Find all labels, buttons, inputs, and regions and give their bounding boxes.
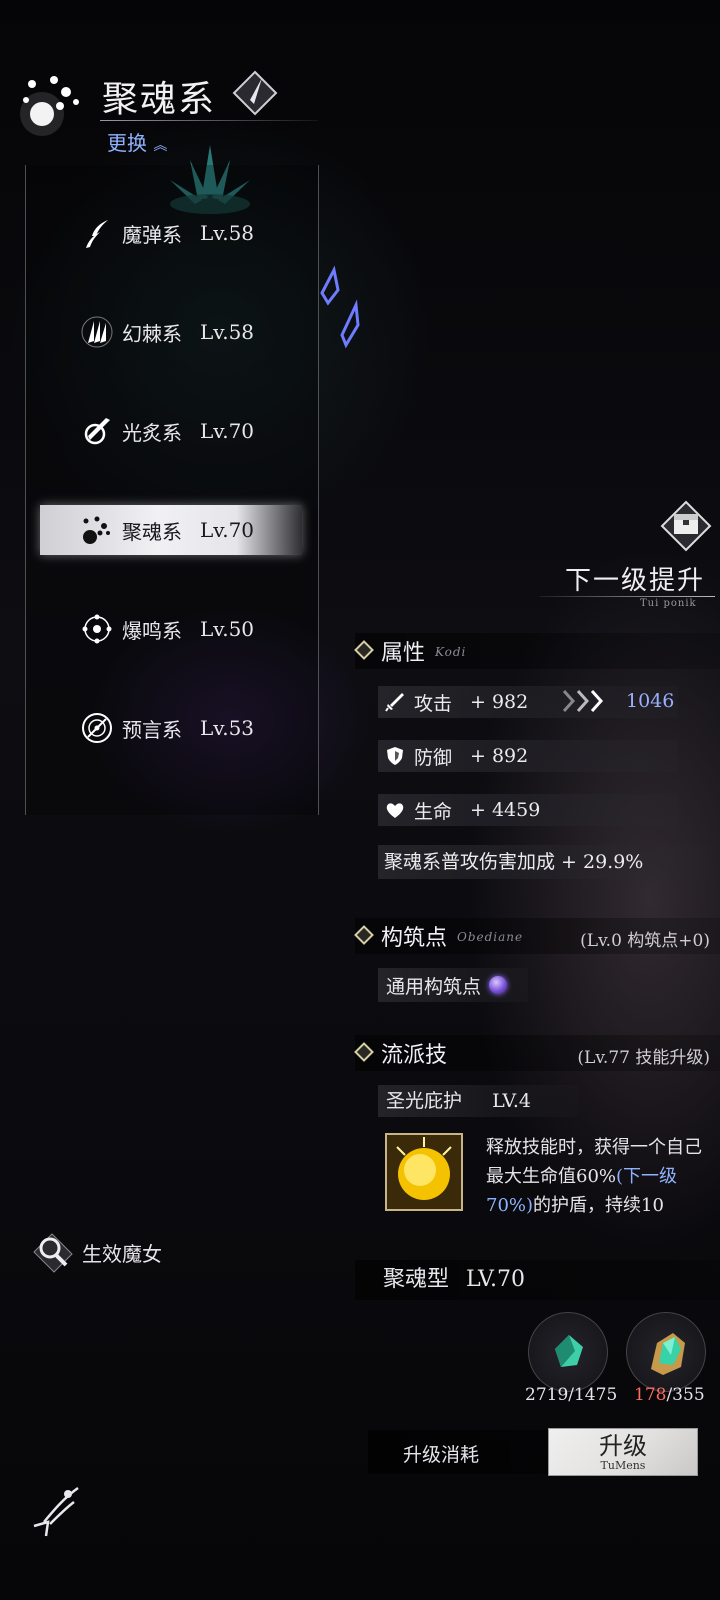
material-count-ore: 178/355: [634, 1385, 705, 1405]
stat-row-defense: 防御 + 892: [378, 740, 678, 772]
school-level: Lv.58: [200, 320, 255, 344]
soul-gather-icon: [83, 516, 110, 544]
stat-value: + 982: [470, 691, 529, 713]
section-subtitle: Obediane: [457, 930, 524, 944]
burst-icon: [82, 614, 112, 644]
skill-upgrade-info: (Lv.77 技能升级): [577, 1048, 710, 1068]
diamond-bullet-icon: [354, 640, 374, 660]
school-level: Lv.50: [200, 617, 255, 641]
light-orb-icon: [84, 418, 110, 445]
chest-icon: [660, 500, 712, 552]
skill-description: 释放技能时，获得一个自己最大生命值60%(下一级70%)的护盾，持续10: [486, 1137, 702, 1216]
purple-orb-icon: [489, 976, 508, 994]
school-item-prophecy[interactable]: 预言系 Lv.53: [40, 703, 302, 753]
upgrade-button-sublabel: TuMens: [600, 1459, 646, 1472]
green-ore-icon: [651, 1333, 685, 1375]
type-level: LV.70: [466, 1267, 526, 1292]
generic-build-point-row: 通用构筑点: [378, 968, 528, 1002]
section-title: 属性: [381, 641, 426, 666]
switch-school-button[interactable]: 更换 ︽: [107, 127, 167, 156]
school-item-burst-roar[interactable]: 爆鸣系 Lv.50: [40, 604, 302, 654]
section-title: 构筑点: [381, 926, 448, 951]
type-label: 聚魂型: [383, 1267, 450, 1292]
upgrade-button[interactable]: 升级 TuMens: [548, 1428, 698, 1476]
back-button[interactable]: [28, 1480, 84, 1546]
school-name: 魔弹系: [122, 222, 182, 247]
claw-icon: [81, 316, 113, 348]
skill-name-row: 圣光庇护 LV.4: [378, 1085, 578, 1117]
diamond-bullet-icon: [354, 925, 374, 945]
school-item-illusion-thorn[interactable]: 幻棘系 Lv.58: [40, 307, 302, 357]
stat-value: + 4459: [470, 799, 541, 821]
holy-shield-skill-icon[interactable]: [385, 1133, 463, 1211]
upgrade-button-label: 升级: [599, 1432, 647, 1460]
school-name: 爆鸣系: [122, 618, 182, 643]
title-divider: [100, 120, 318, 121]
kunai-decoration: [320, 265, 360, 349]
green-crystal-icon: [555, 1335, 583, 1367]
school-level: Lv.58: [200, 221, 255, 245]
school-item-soul-gather[interactable]: 聚魂系 Lv.70: [40, 505, 302, 555]
build-point-label: 通用构筑点: [386, 975, 482, 998]
next-level-title: 下一级提升: [565, 566, 706, 596]
school-type-row: 聚魂型 LV.70: [355, 1260, 720, 1300]
diamond-bullet-icon: [354, 1042, 374, 1062]
attributes-section-header: 属性 Kodi: [354, 633, 720, 669]
diamond-emblem-icon: [232, 70, 278, 116]
material-count-crystal: 2719/1475: [525, 1385, 618, 1405]
damage-bonus-row: 聚魂系普攻伤害加成 + 29.9%: [378, 845, 708, 879]
stat-label: 攻击: [414, 692, 453, 715]
active-witch-button[interactable]: 生效魔女: [30, 1230, 210, 1274]
section-subtitle: Kodi: [435, 645, 467, 659]
stat-label: 防御: [414, 746, 453, 769]
next-level-divider: [540, 596, 715, 597]
skill-level: LV.4: [492, 1090, 531, 1112]
triple-arrow-icon: [562, 689, 604, 713]
soul-school-emblem-icon: [20, 76, 79, 136]
magic-bullet-icon: [86, 220, 108, 248]
shield-icon: [387, 747, 403, 765]
active-witch-label: 生效魔女: [82, 1241, 162, 1266]
prophecy-icon: [82, 713, 112, 743]
school-item-light-burn[interactable]: 光炙系 Lv.70: [40, 406, 302, 456]
school-level: Lv.70: [200, 518, 255, 542]
magnifier-icon: [33, 1233, 73, 1273]
school-skill-section-header: 流派技 (Lv.77 技能升级): [354, 1035, 720, 1071]
section-title: 流派技: [381, 1043, 448, 1068]
skill-name: 圣光庇护: [386, 1090, 463, 1112]
next-level-subtitle: Tui ponik: [640, 598, 697, 609]
material-slot-ore[interactable]: [626, 1312, 706, 1392]
school-name: 聚魂系: [122, 519, 182, 544]
attack-next-value: 1046: [626, 690, 675, 712]
build-points-section-header: 构筑点 Obediane (Lv.0 构筑点+0): [354, 918, 720, 954]
school-item-magic-bullet[interactable]: 魔弹系 Lv.58: [40, 208, 302, 258]
school-level: Lv.53: [200, 716, 255, 740]
chevron-up-double-icon: ︽: [153, 138, 168, 154]
school-name: 幻棘系: [122, 321, 182, 346]
heart-icon: [386, 803, 404, 818]
stat-value: + 892: [470, 745, 529, 767]
sword-icon: [385, 693, 404, 712]
material-slot-crystal[interactable]: [528, 1312, 608, 1392]
school-name: 光炙系: [122, 420, 182, 445]
build-points-level-info: (Lv.0 构筑点+0): [580, 931, 710, 951]
school-name: 预言系: [122, 717, 182, 742]
stat-label: 生命: [414, 800, 453, 823]
stat-row-hp: 生命 + 4459: [378, 794, 678, 826]
page-title: 聚魂系: [102, 79, 217, 120]
school-level: Lv.70: [200, 419, 255, 443]
upgrade-cost-label: 升级消耗: [403, 1444, 480, 1466]
